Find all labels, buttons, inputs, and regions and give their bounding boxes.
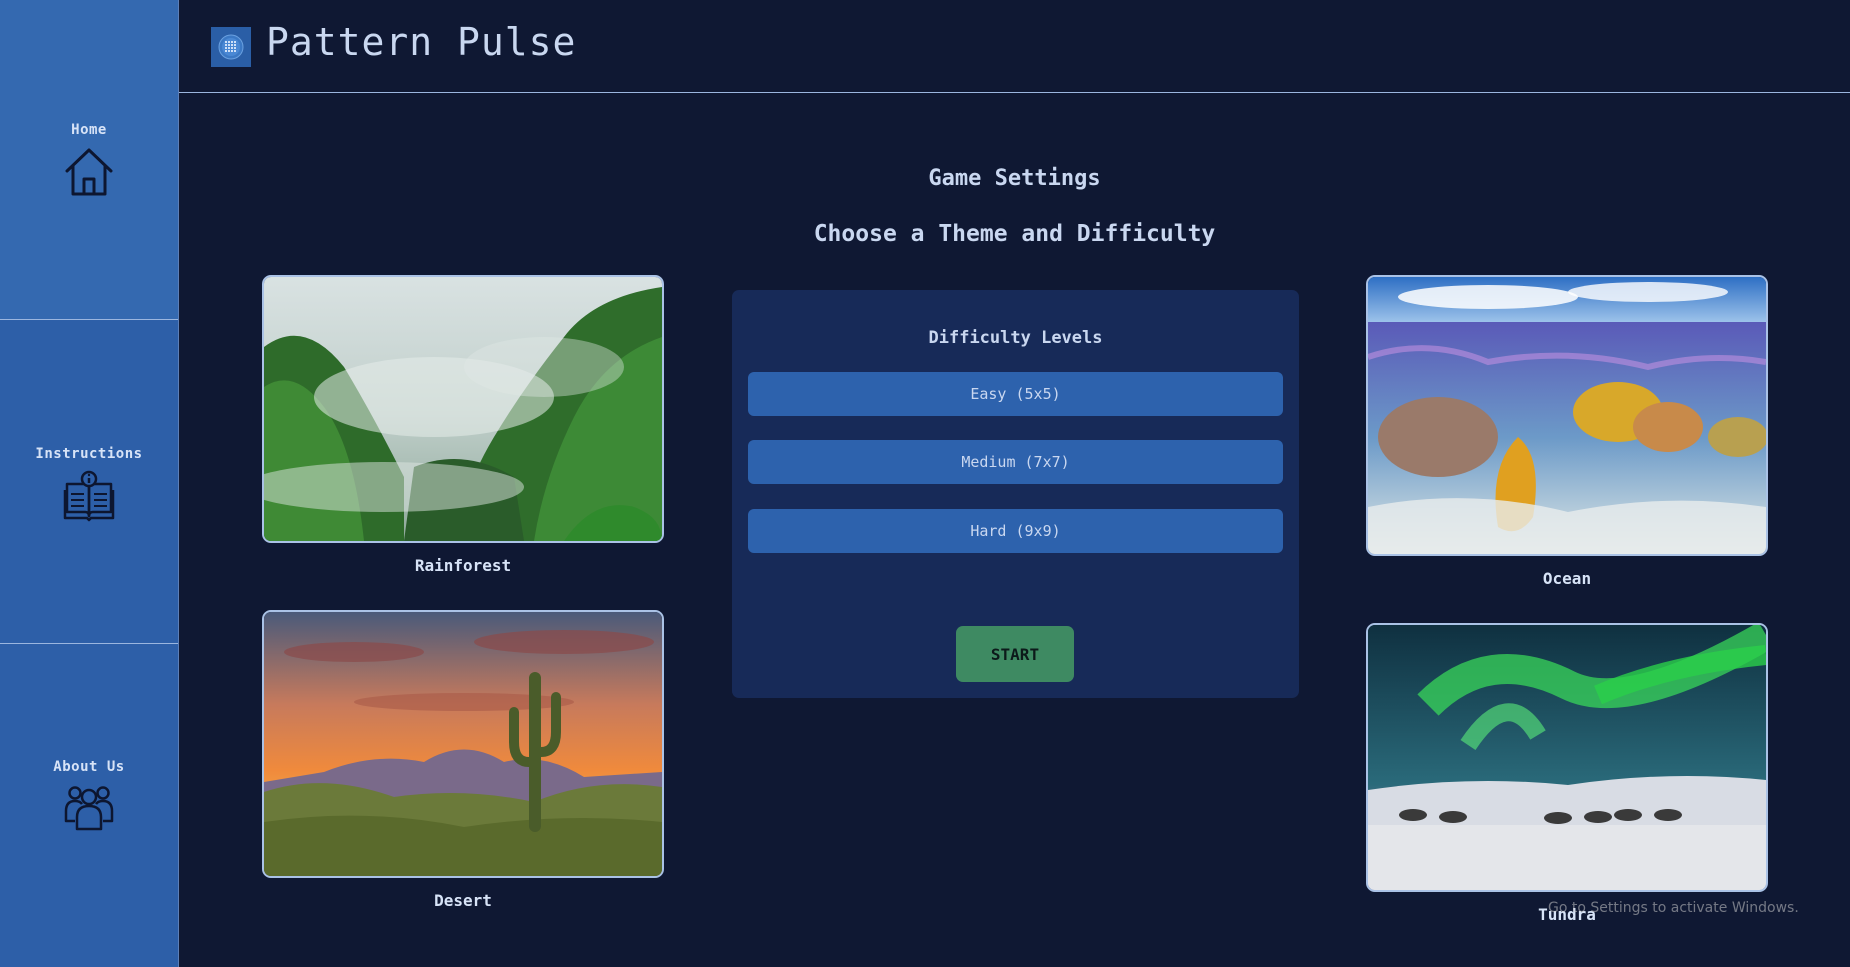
app-logo: [211, 27, 251, 67]
page-title: Game Settings: [928, 166, 1101, 191]
difficulty-title: Difficulty Levels: [928, 328, 1103, 348]
sidebar-item-about-us[interactable]: About Us: [0, 644, 178, 967]
misty-rainforest-image: [262, 275, 664, 543]
sidebar-item-instructions[interactable]: Instructions: [0, 320, 178, 644]
app-header: Pattern Pulse: [179, 0, 1850, 93]
hard-button[interactable]: Hard (9x9): [748, 509, 1283, 553]
easy-button[interactable]: Easy (5x5): [748, 372, 1283, 416]
theme-label: Desert: [434, 891, 492, 910]
sidebar-item-label: Instructions: [35, 446, 143, 462]
app-title: Pattern Pulse: [266, 20, 577, 64]
start-button[interactable]: START: [956, 626, 1074, 682]
coral-reef-ocean-image: [1366, 275, 1768, 556]
theme-card-rainforest[interactable]: Rainforest: [262, 275, 664, 575]
theme-card-desert[interactable]: Desert: [262, 610, 664, 910]
theme-card-tundra[interactable]: Tundra: [1366, 623, 1768, 924]
medium-button[interactable]: Medium (7x7): [748, 440, 1283, 484]
desert-sunset-cactus-image: [262, 610, 664, 878]
book-info-icon: [63, 470, 115, 526]
difficulty-panel: Difficulty Levels Easy (5x5) Medium (7x7…: [732, 290, 1299, 698]
windows-activation-watermark: Go to Settings to activate Windows.: [1548, 900, 1799, 916]
theme-label: Rainforest: [414, 556, 512, 575]
sidebar-item-label: Home: [71, 122, 107, 138]
home-icon: [63, 146, 115, 202]
theme-card-ocean[interactable]: Ocean: [1366, 275, 1768, 588]
page-subtitle: Choose a Theme and Difficulty: [813, 221, 1216, 247]
team-icon: [63, 783, 115, 839]
theme-label: Ocean: [1542, 569, 1592, 588]
sidebar: Home Instructions About Us: [0, 0, 179, 967]
sidebar-item-home[interactable]: Home: [0, 0, 178, 320]
aurora-tundra-reindeer-image: [1366, 623, 1768, 892]
sidebar-item-label: About Us: [53, 759, 125, 775]
